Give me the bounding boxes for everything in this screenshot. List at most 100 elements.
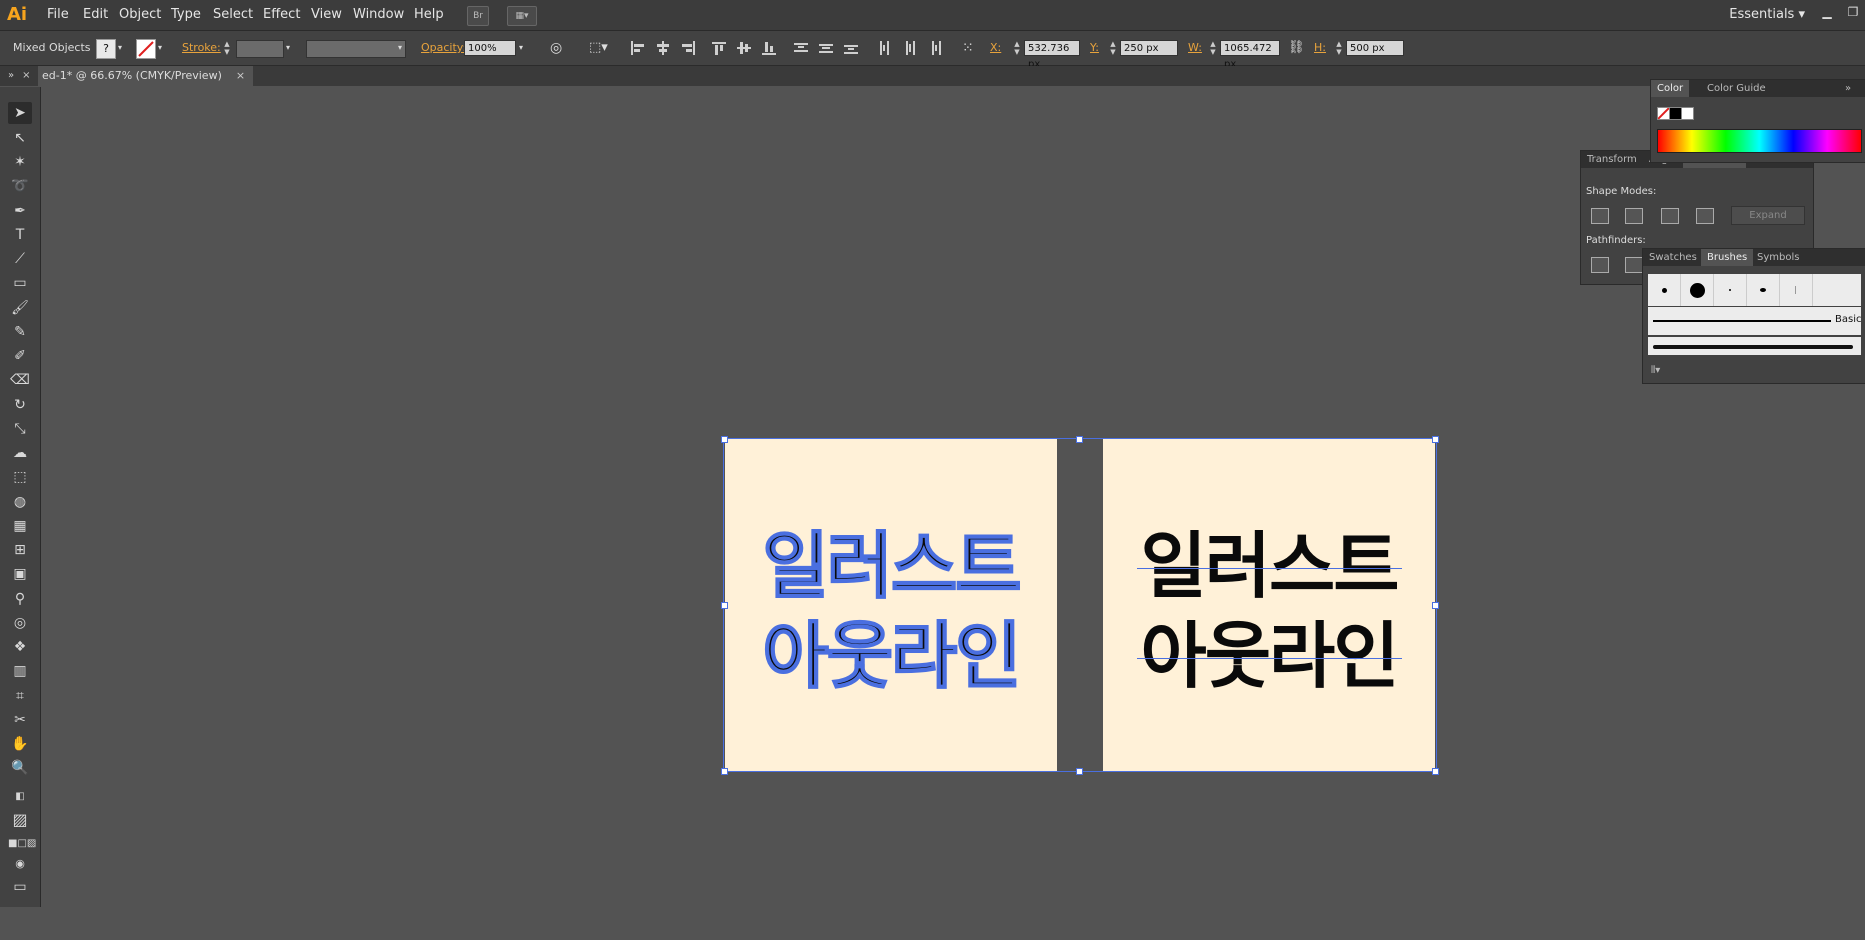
recolor-artwork-icon[interactable]: ◎ [550, 31, 562, 65]
drawing-modes-icon[interactable]: ◉ [8, 853, 32, 875]
color-modes-icon[interactable]: ■□▨ [8, 833, 36, 855]
warp-tool-icon[interactable]: ☁ [8, 442, 32, 464]
vertical-align-center-icon[interactable] [737, 41, 753, 55]
stroke-swatch[interactable] [136, 39, 156, 59]
resize-handle-top-right[interactable] [1432, 436, 1439, 443]
scale-tool-icon[interactable]: ⤡ [8, 418, 32, 440]
stroke-label[interactable]: Stroke: [182, 31, 221, 65]
trim-icon[interactable] [1625, 257, 1643, 273]
resize-handle-bottom-center[interactable] [1076, 768, 1083, 775]
expand-button[interactable]: Expand [1731, 206, 1805, 225]
vertical-align-bottom-icon[interactable] [762, 41, 778, 55]
horizontal-distribute-center-icon[interactable] [903, 41, 919, 55]
brush-calligraphic[interactable] [1747, 274, 1780, 306]
variable-width-profile-dropdown[interactable] [306, 40, 406, 58]
resize-handle-top-center[interactable] [1076, 436, 1083, 443]
menu-help[interactable]: Help [414, 0, 444, 30]
zoom-tool-icon[interactable]: 🔍 [8, 757, 32, 779]
opacity-label[interactable]: Opacity: [421, 31, 466, 65]
resize-handle-bottom-right[interactable] [1432, 768, 1439, 775]
y-field[interactable]: 250 px [1120, 40, 1178, 56]
tab-symbols[interactable]: Symbols [1751, 249, 1805, 266]
menu-edit[interactable]: Edit [83, 0, 108, 30]
tab-brushes[interactable]: Brushes [1701, 249, 1754, 266]
fill-stroke-swatches-icon[interactable]: ▨ [8, 809, 32, 831]
blob-brush-tool-icon[interactable]: ✐ [8, 345, 32, 367]
rotate-tool-icon[interactable]: ↻ [8, 394, 32, 416]
menu-window[interactable]: Window [353, 0, 404, 30]
x-field[interactable]: 532.736 px [1024, 40, 1080, 70]
close-tab-icon[interactable]: × [236, 69, 245, 82]
menu-select[interactable]: Select [213, 0, 253, 30]
exclude-icon[interactable] [1696, 208, 1714, 224]
white-swatch[interactable] [1681, 107, 1694, 120]
align-to-selection-icon[interactable]: ⬚▾ [589, 31, 608, 65]
lasso-tool-icon[interactable]: ➰ [8, 175, 32, 197]
tab-color-guide[interactable]: Color Guide [1701, 80, 1772, 97]
minus-front-icon[interactable] [1625, 208, 1643, 224]
screen-mode-icon[interactable]: ▭ [8, 876, 32, 898]
free-transform-tool-icon[interactable]: ⬚ [8, 466, 32, 488]
rectangle-tool-icon[interactable]: ▭ [8, 272, 32, 294]
h-spinner[interactable]: ▲ ▼ [1334, 40, 1344, 56]
type-tool-icon[interactable]: T [8, 224, 32, 246]
horizontal-distribute-right-icon[interactable] [928, 41, 944, 55]
y-label[interactable]: Y: [1090, 31, 1099, 65]
brush-10pt-round[interactable] [1681, 274, 1714, 306]
pencil-tool-icon[interactable]: ✎ [8, 321, 32, 343]
horizontal-align-right-icon[interactable] [680, 41, 696, 55]
horizontal-align-center-icon[interactable] [655, 41, 671, 55]
intersect-icon[interactable] [1661, 208, 1679, 224]
minimize-icon[interactable]: ▁ [1816, 4, 1838, 20]
slice-tool-icon[interactable]: ✂ [8, 709, 32, 731]
workspace-switcher[interactable]: Essentials ▾ [1729, 0, 1805, 30]
tab-color[interactable]: Color [1651, 80, 1690, 97]
brush-3pt-round[interactable] [1648, 274, 1681, 306]
x-spinner[interactable]: ▲ ▼ [1012, 40, 1022, 56]
gradient-tool-icon[interactable]: ▣ [8, 563, 32, 585]
w-spinner[interactable]: ▲ ▼ [1208, 40, 1218, 56]
h-label[interactable]: H: [1314, 31, 1326, 65]
resize-handle-top-left[interactable] [721, 436, 728, 443]
opacity-dropdown-icon[interactable]: ▾ [519, 31, 523, 65]
h-field[interactable]: 500 px [1346, 40, 1404, 56]
tab-transform[interactable]: Transform [1581, 151, 1643, 168]
fill-dropdown-icon[interactable]: ▾ [118, 31, 122, 65]
profile-dropdown-icon[interactable]: ▾ [398, 31, 402, 65]
direct-selection-tool-icon[interactable]: ↖ [8, 127, 32, 149]
horizontal-distribute-left-icon[interactable] [878, 41, 894, 55]
reference-point-icon[interactable]: ⁙ [962, 31, 974, 65]
line-tool-icon[interactable]: ⟋ [8, 248, 32, 270]
vertical-distribute-top-icon[interactable] [794, 41, 810, 55]
charcoal-brush-row[interactable] [1648, 337, 1861, 355]
divide-icon[interactable] [1591, 257, 1609, 273]
menu-effect[interactable]: Effect [263, 0, 300, 30]
magic-wand-tool-icon[interactable]: ✶ [8, 151, 32, 173]
document-tab[interactable]: ed-1* @ 66.67% (CMYK/Preview) × [38, 66, 254, 86]
shape-builder-tool-icon[interactable]: ◍ [8, 491, 32, 513]
vertical-distribute-bottom-icon[interactable] [844, 41, 860, 55]
stroke-weight-spinner[interactable]: ▲ ▼ [222, 40, 232, 56]
resize-handle-middle-right[interactable] [1432, 602, 1439, 609]
opacity-field[interactable]: 100% [464, 40, 516, 56]
stroke-weight-field[interactable] [236, 40, 284, 58]
menu-view[interactable]: View [311, 0, 342, 30]
mesh-tool-icon[interactable]: ⊞ [8, 539, 32, 561]
default-fill-stroke-icon[interactable]: ◧ [8, 786, 32, 808]
horizontal-align-left-icon[interactable] [630, 41, 646, 55]
restore-icon[interactable]: ❐ [1842, 4, 1864, 20]
resize-handle-bottom-left[interactable] [721, 768, 728, 775]
eyedropper-tool-icon[interactable]: ⚲ [8, 588, 32, 610]
menu-object[interactable]: Object [119, 0, 161, 30]
blend-tool-icon[interactable]: ◎ [8, 612, 32, 634]
artboard-tool-icon[interactable]: ⌗ [8, 685, 32, 707]
fill-swatch[interactable]: ? [96, 39, 116, 59]
w-field[interactable]: 1065.472 px [1220, 40, 1280, 70]
perspective-grid-tool-icon[interactable]: ▦ [8, 515, 32, 537]
brush-thin[interactable] [1780, 274, 1813, 306]
tab-swatches[interactable]: Swatches [1643, 249, 1703, 266]
stroke-dropdown-icon[interactable]: ▾ [158, 31, 162, 65]
hand-tool-icon[interactable]: ✋ [8, 733, 32, 755]
vertical-distribute-center-icon[interactable] [819, 41, 835, 55]
y-spinner[interactable]: ▲ ▼ [1108, 40, 1118, 56]
